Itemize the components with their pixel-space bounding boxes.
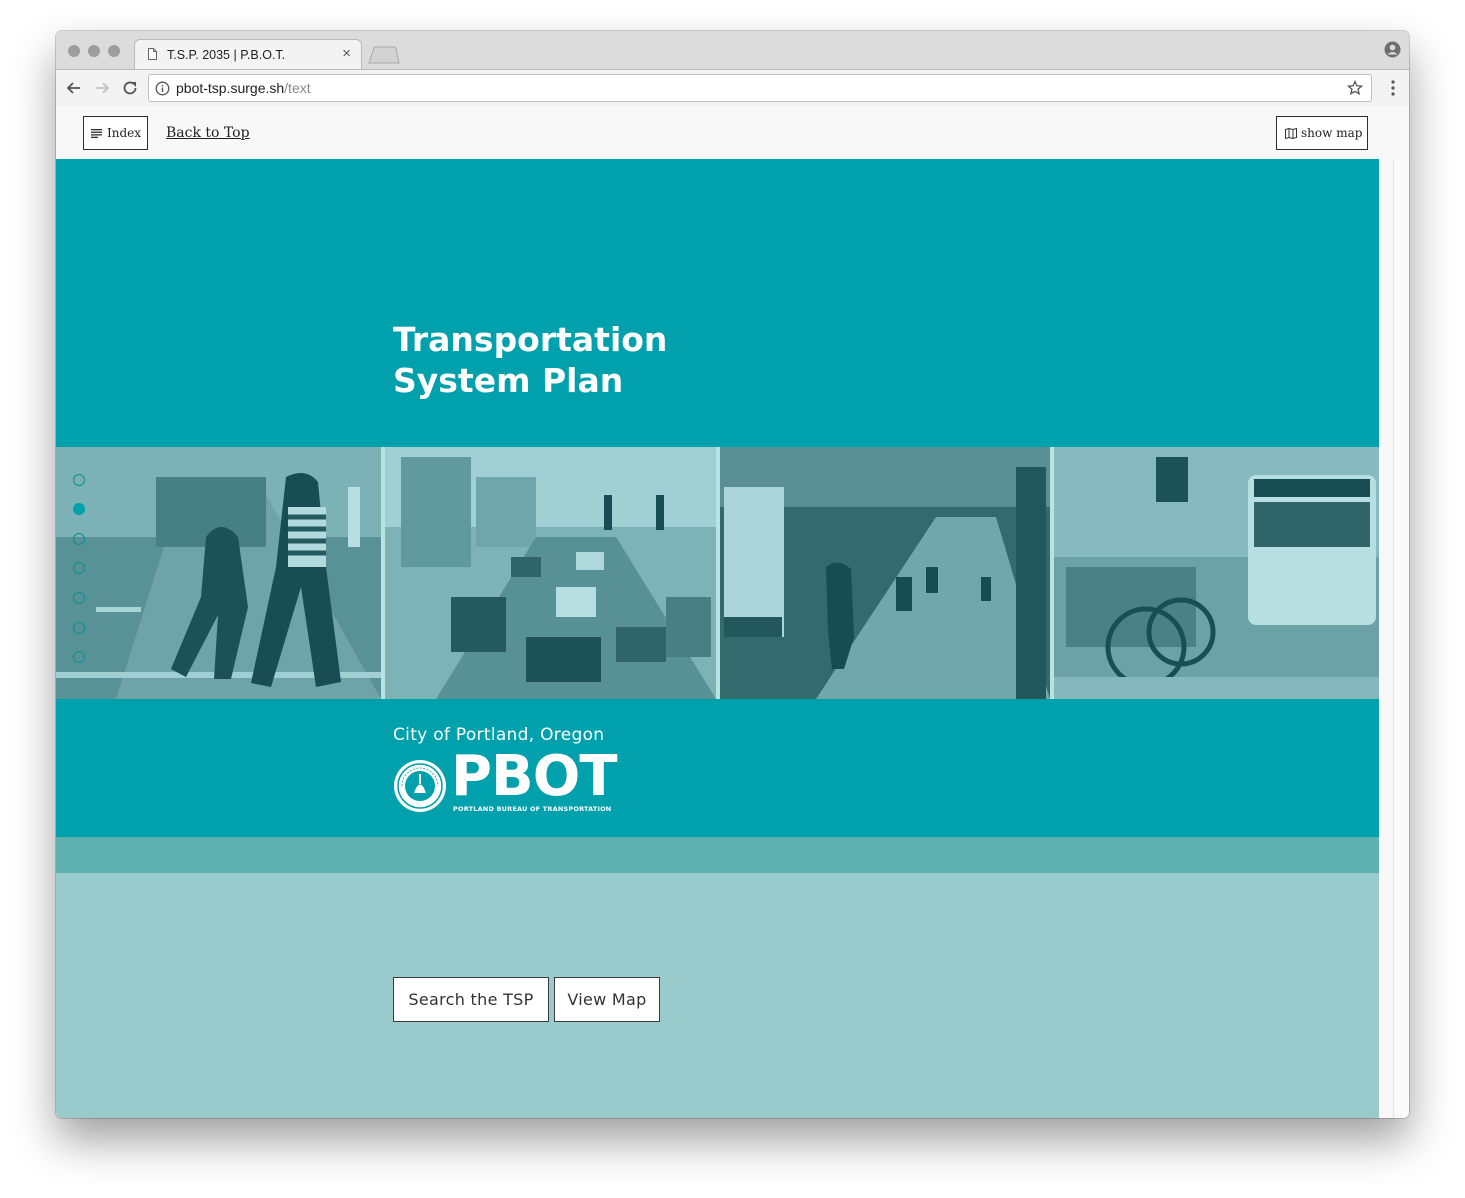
divider-band	[56, 837, 1379, 873]
browser-tab[interactable]: T.S.P. 2035 | P.B.O.T. ×	[134, 39, 362, 69]
minimize-window-icon[interactable]	[88, 45, 100, 57]
url-text[interactable]: pbot-tsp.surge.sh/text	[176, 80, 311, 96]
hero-logo-area: City of Portland, Oregon PBOT PORTLAND B…	[56, 699, 1379, 837]
section-dot[interactable]	[73, 474, 85, 486]
section-dot[interactable]	[73, 622, 85, 634]
hero-section: Transportation System Plan City of Portl…	[56, 159, 1379, 1118]
reload-icon[interactable]	[120, 78, 140, 98]
new-tab-icon[interactable]	[368, 46, 400, 64]
map-icon	[1285, 128, 1297, 139]
show-map-button[interactable]: show map	[1276, 116, 1368, 150]
tab-strip: T.S.P. 2035 | P.B.O.T. ×	[56, 31, 1409, 70]
url-host: pbot-tsp.surge.sh	[176, 80, 285, 96]
page-header: Index Back to Top show map	[56, 106, 1393, 159]
photo-collage	[56, 447, 1379, 699]
show-map-label: show map	[1301, 126, 1363, 140]
scrollbar-track[interactable]	[1393, 159, 1409, 1118]
city-label: City of Portland, Oregon	[393, 725, 605, 745]
city-seal-icon	[394, 760, 446, 812]
profile-icon[interactable]	[1384, 41, 1401, 58]
actions-section: Search the TSP View Map	[56, 873, 1379, 1118]
browser-window: T.S.P. 2035 | P.B.O.T. × pbot-tsp.surge.…	[56, 31, 1409, 1118]
search-tsp-button[interactable]: Search the TSP	[393, 977, 549, 1022]
section-dot[interactable]	[73, 533, 85, 545]
page-title: Transportation System Plan	[393, 319, 667, 401]
info-icon[interactable]	[155, 81, 170, 96]
forward-arrow-icon[interactable]	[92, 78, 112, 98]
pbot-logo-wordmark: PBOT	[451, 744, 618, 809]
section-dot-active[interactable]	[73, 503, 85, 515]
tab-close-icon[interactable]: ×	[342, 45, 351, 62]
zoom-window-icon[interactable]	[108, 45, 120, 57]
tab-title: T.S.P. 2035 | P.B.O.T.	[167, 48, 286, 62]
address-bar[interactable]: pbot-tsp.surge.sh/text	[148, 74, 1372, 102]
index-button[interactable]: Index	[83, 116, 148, 150]
back-to-top-link[interactable]: Back to Top	[166, 125, 250, 141]
section-dot[interactable]	[73, 562, 85, 574]
section-dot[interactable]	[73, 592, 85, 604]
title-line-1: Transportation	[393, 320, 668, 359]
url-path: /text	[284, 80, 311, 96]
title-line-2: System Plan	[393, 361, 624, 400]
photo-strip	[56, 447, 1379, 699]
pbot-logo-subtitle: PORTLAND BUREAU OF TRANSPORTATION	[453, 805, 612, 813]
bookmark-star-icon[interactable]	[1347, 80, 1363, 96]
view-map-button[interactable]: View Map	[554, 977, 660, 1022]
section-dot[interactable]	[73, 651, 85, 663]
index-label: Index	[107, 126, 142, 140]
hero-title-area: Transportation System Plan	[56, 159, 1379, 447]
kebab-menu-icon[interactable]	[1391, 80, 1395, 96]
page-viewport: Index Back to Top show map Transportatio…	[56, 106, 1409, 1118]
document-icon	[148, 48, 157, 60]
back-arrow-icon[interactable]	[64, 78, 84, 98]
list-lines-icon	[91, 129, 102, 138]
close-window-icon[interactable]	[68, 45, 80, 57]
browser-toolbar: pbot-tsp.surge.sh/text	[56, 70, 1409, 107]
